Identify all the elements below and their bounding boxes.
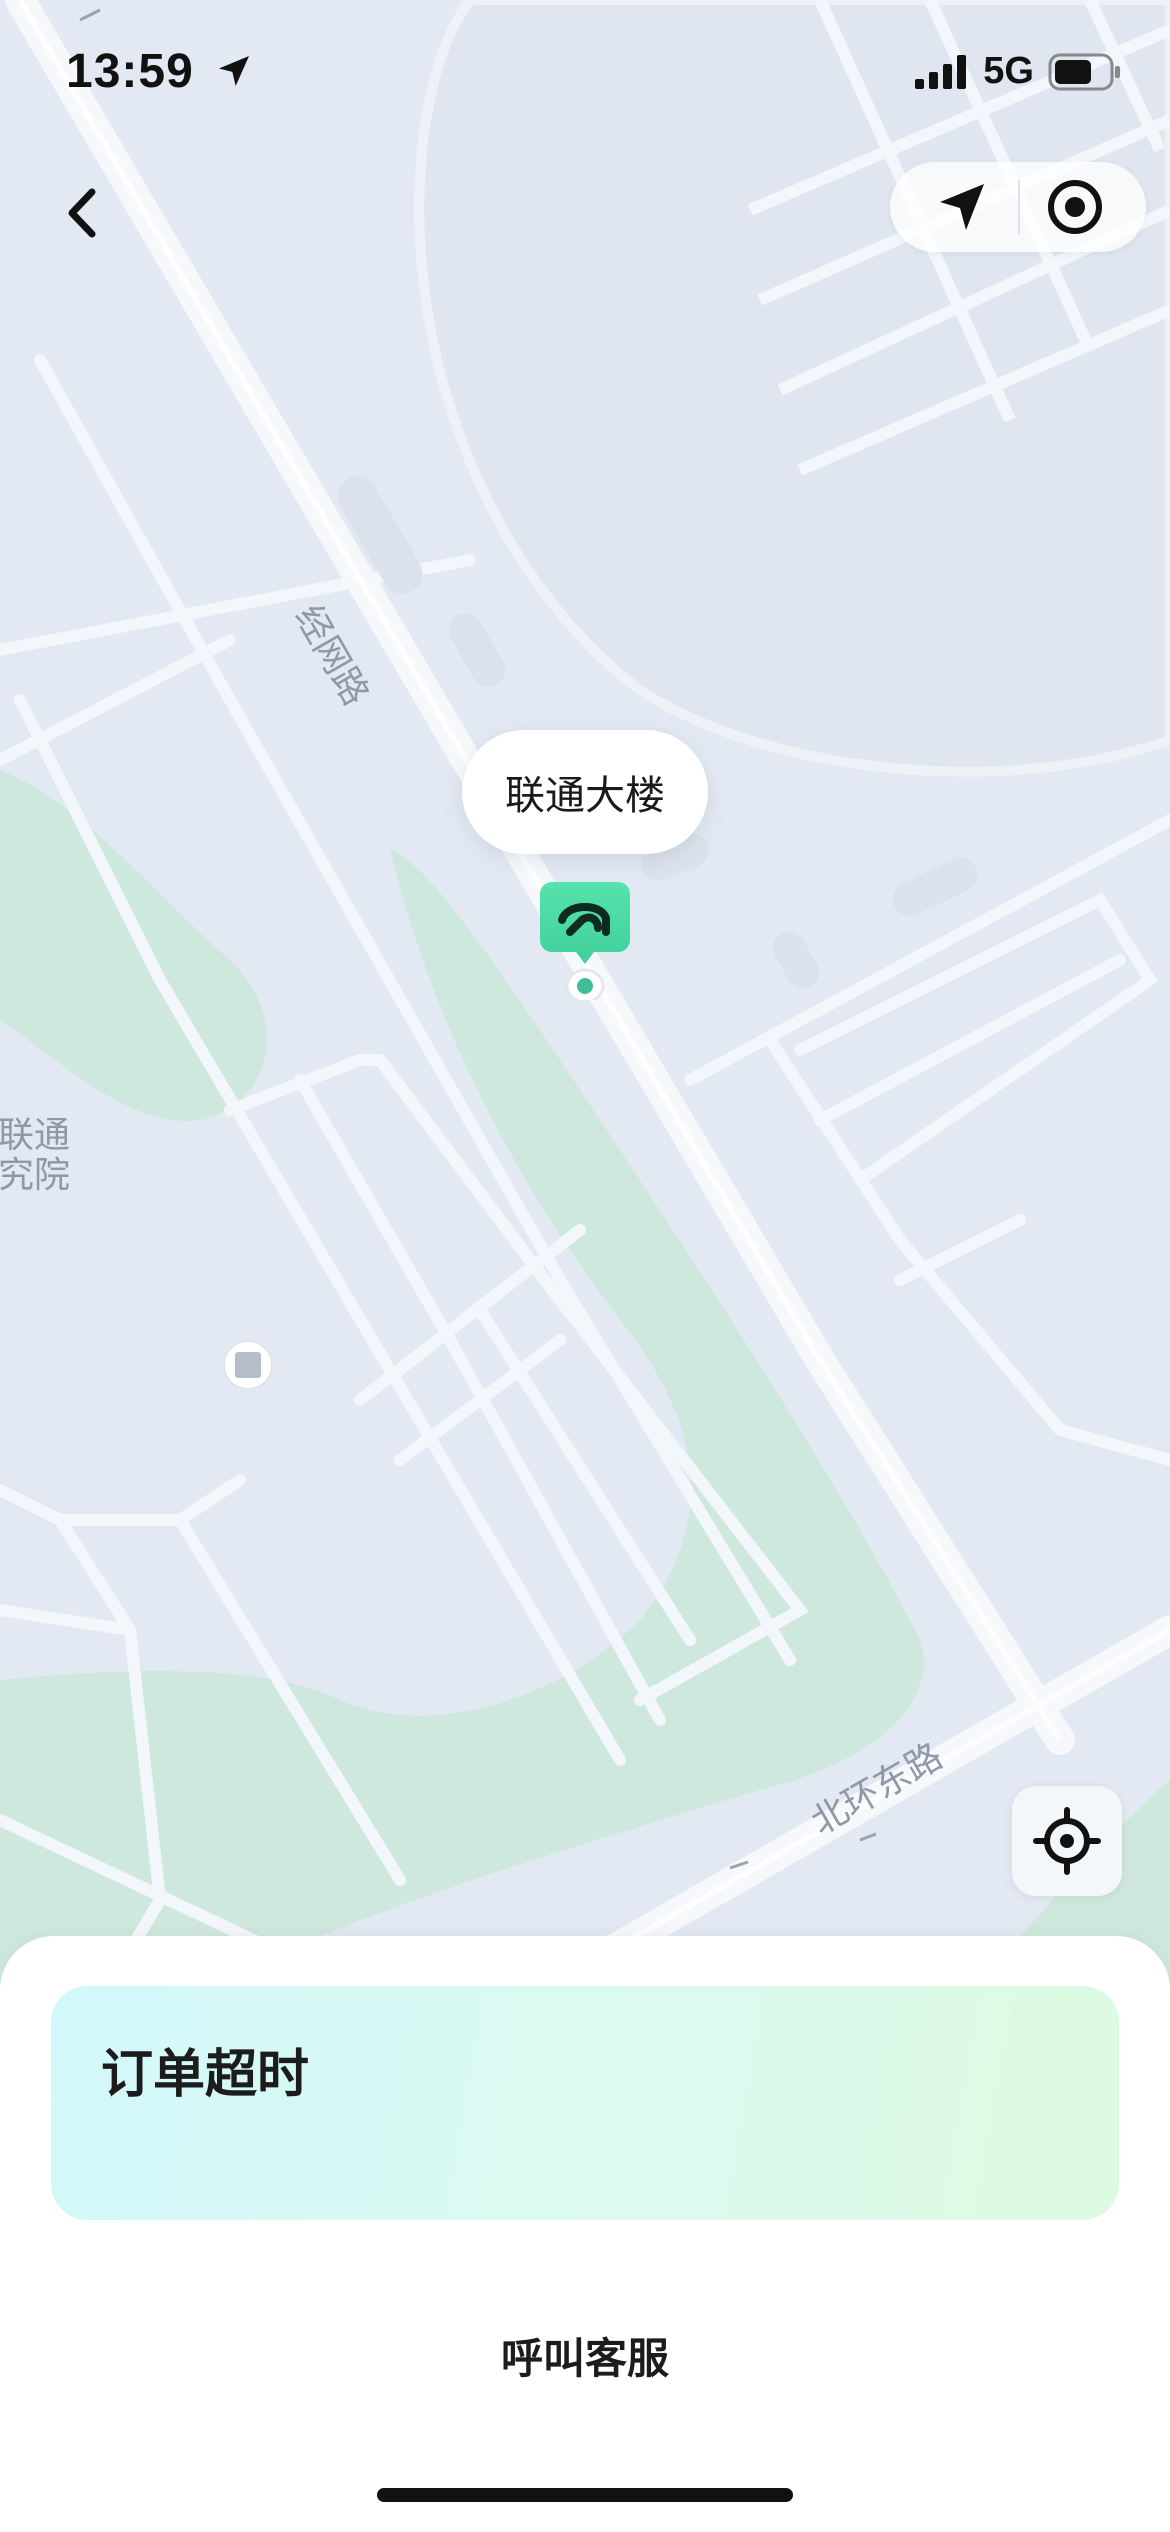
poi-label-line2: 研究院 xyxy=(0,1155,71,1196)
order-bottom-sheet: 订单超时 呼叫客服 xyxy=(0,1936,1170,2532)
chevron-left-icon xyxy=(68,188,96,238)
call-service-button[interactable]: 呼叫客服 xyxy=(385,2310,785,2400)
location-arrow-icon xyxy=(219,56,250,86)
battery-icon xyxy=(1048,53,1120,90)
pickup-marker[interactable] xyxy=(540,882,630,1004)
network-type: 5G xyxy=(983,50,1034,92)
map-controls-pill xyxy=(890,162,1146,252)
order-status-title: 订单超时 xyxy=(101,2045,310,2105)
status-indicators: 5G xyxy=(915,50,1122,93)
navigate-button[interactable] xyxy=(926,172,996,242)
target-button[interactable] xyxy=(1040,172,1110,242)
pill-divider xyxy=(1018,180,1020,234)
order-status-card: 订单超时 xyxy=(51,1986,1119,2220)
locate-me-button[interactable] xyxy=(1012,1786,1122,1896)
target-icon xyxy=(1048,180,1102,234)
back-button[interactable] xyxy=(50,178,120,248)
location-callout: 联通大楼 xyxy=(462,730,708,854)
navigation-arrow-icon xyxy=(940,184,984,230)
pickup-pin-icon xyxy=(540,882,630,1004)
home-indicator[interactable] xyxy=(377,2488,793,2502)
signal-icon xyxy=(915,54,967,89)
crosshair-icon xyxy=(1033,1807,1101,1875)
status-time: 13:59 xyxy=(66,44,254,99)
